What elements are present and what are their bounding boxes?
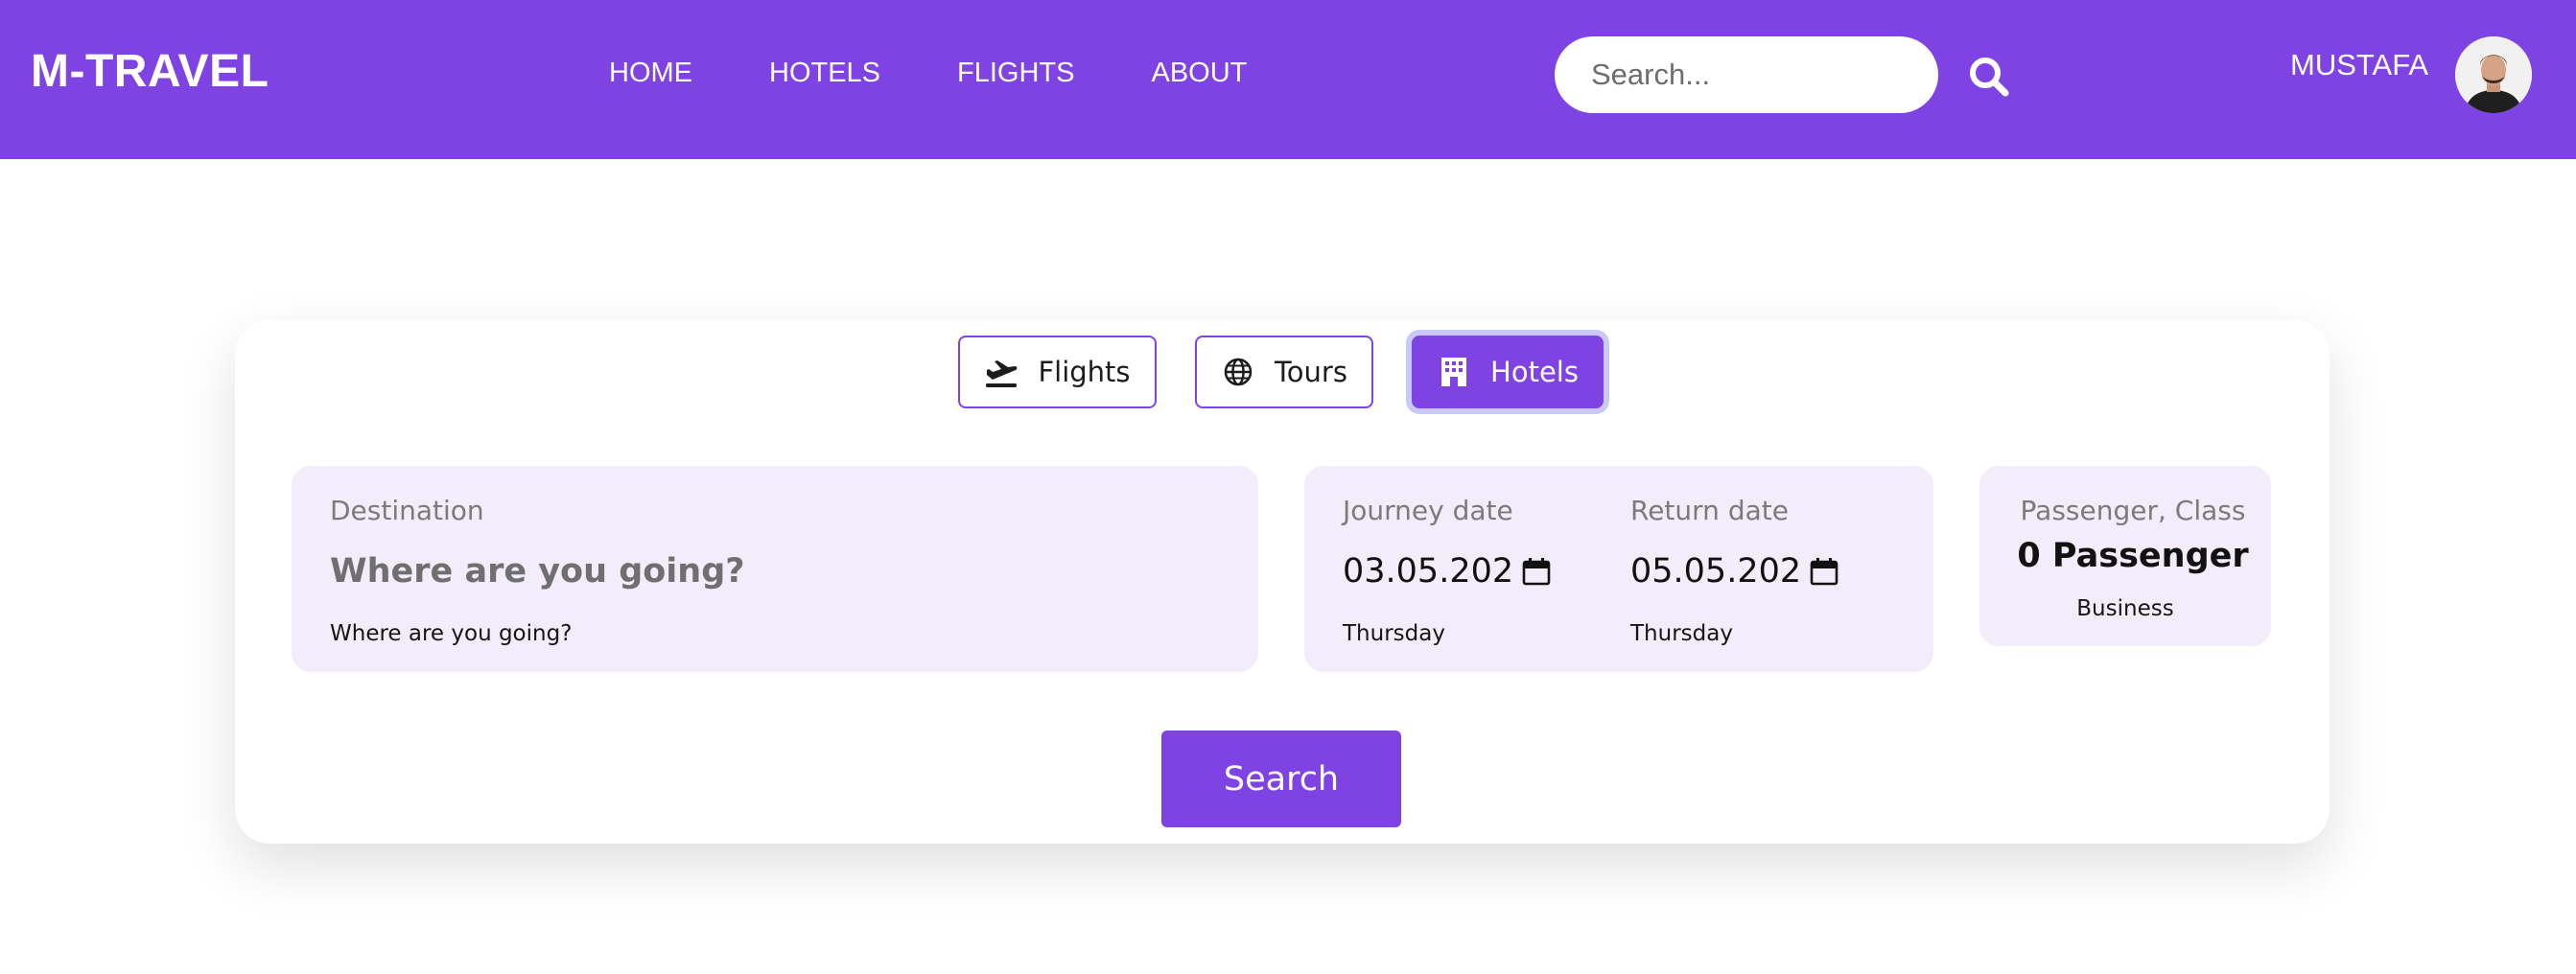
- avatar[interactable]: [2455, 36, 2532, 113]
- return-date-value: 05.05.202: [1630, 552, 1802, 591]
- nav-link-hotels[interactable]: HOTELS: [769, 58, 880, 89]
- return-date-field[interactable]: 05.05.202: [1630, 552, 1839, 591]
- search-icon[interactable]: [1968, 56, 2010, 98]
- destination-hint: Where are you going?: [330, 621, 573, 646]
- destination-input[interactable]: Where are you going?: [330, 552, 745, 591]
- search-input[interactable]: [1555, 36, 1938, 113]
- main-nav: HOME HOTELS FLIGHTS ABOUT: [609, 58, 1247, 89]
- hotel-building-icon: [1441, 358, 1467, 386]
- user-photo-icon: [2455, 36, 2532, 113]
- globe-icon: [1224, 358, 1253, 386]
- calendar-icon[interactable]: [1809, 556, 1839, 587]
- nav-link-flights[interactable]: FLIGHTS: [957, 58, 1074, 89]
- user-name[interactable]: MUSTAFA: [2290, 48, 2428, 82]
- tab-label: Flights: [1038, 356, 1131, 388]
- destination-panel[interactable]: Destination Where are you going? Where a…: [292, 466, 1258, 672]
- tab-hotels[interactable]: Hotels: [1412, 336, 1604, 408]
- tab-tours[interactable]: Tours: [1195, 336, 1373, 408]
- return-date-label: Return date: [1630, 495, 1789, 526]
- passenger-count: 0 Passenger: [2017, 537, 2249, 575]
- nav-link-about[interactable]: ABOUT: [1152, 58, 1248, 89]
- passenger-label: Passenger, Class: [2020, 495, 2246, 526]
- dates-panel: Journey date 03.05.202 Thursday Return d…: [1304, 466, 1933, 672]
- journey-date-field[interactable]: 03.05.202: [1343, 552, 1552, 591]
- destination-label: Destination: [330, 495, 484, 526]
- return-day: Thursday: [1630, 621, 1733, 646]
- journey-day: Thursday: [1343, 621, 1445, 646]
- plane-departure-icon: [986, 360, 1018, 387]
- calendar-icon[interactable]: [1521, 556, 1552, 587]
- journey-date-value: 03.05.202: [1343, 552, 1514, 591]
- brand-logo[interactable]: M-TRAVEL: [31, 45, 269, 98]
- nav-link-home[interactable]: HOME: [609, 58, 692, 89]
- tab-label: Tours: [1275, 356, 1347, 388]
- tab-label: Hotels: [1490, 356, 1579, 388]
- top-navbar: M-TRAVEL HOME HOTELS FLIGHTS ABOUT MUSTA…: [0, 0, 2576, 159]
- journey-date-label: Journey date: [1343, 495, 1513, 526]
- tab-flights[interactable]: Flights: [958, 336, 1157, 408]
- passenger-class: Business: [2076, 596, 2174, 621]
- passenger-panel[interactable]: Passenger, Class 0 Passenger Business: [1979, 466, 2271, 646]
- search-button[interactable]: Search: [1161, 730, 1401, 827]
